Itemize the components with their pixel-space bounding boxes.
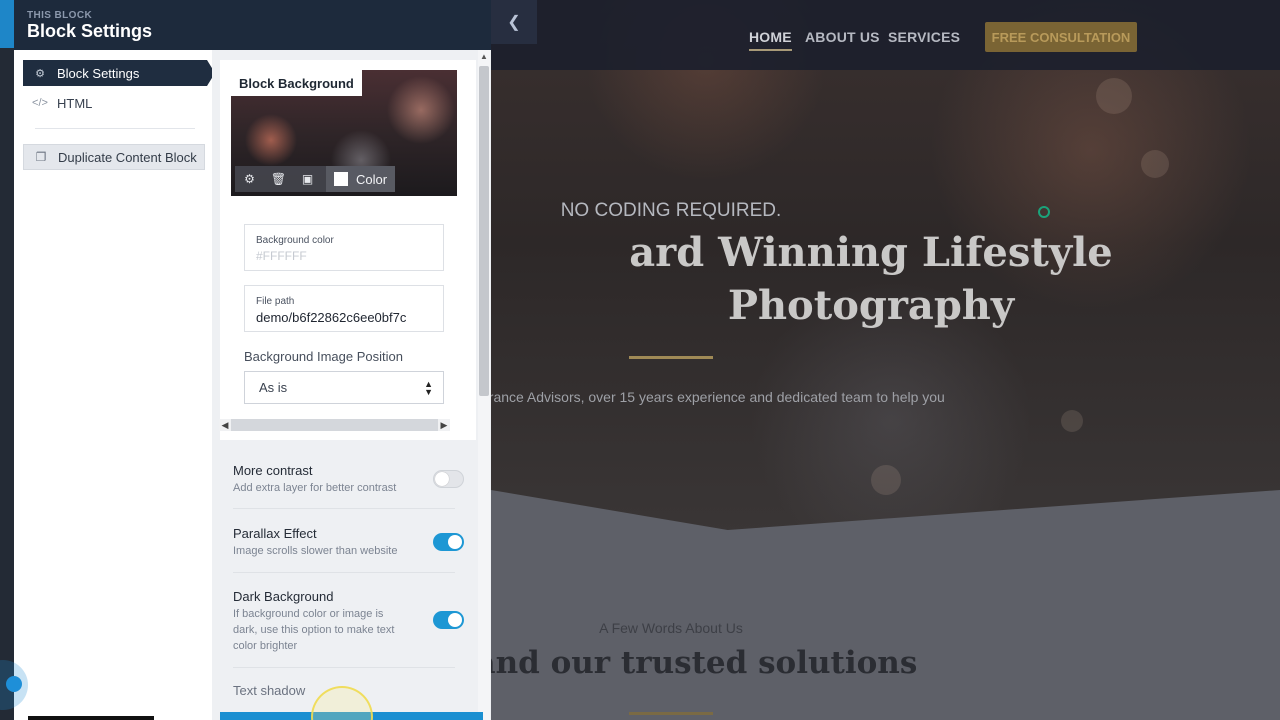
panel-eyebrow: THIS BLOCK	[27, 10, 93, 21]
hero-divider	[629, 356, 713, 359]
panel-header: THIS BLOCK Block Settings	[14, 0, 491, 50]
row-divider	[233, 572, 455, 573]
hero-title[interactable]: ard Winning Lifestyle Photography	[491, 226, 1280, 332]
sidenav-item-label: Block Settings	[57, 65, 140, 81]
edge-accent	[0, 0, 14, 48]
sidenav-item-block-settings[interactable]: ⚙ Block Settings	[23, 60, 215, 86]
free-consultation-button[interactable]: FREE CONSULTATION	[985, 22, 1137, 52]
row-divider	[233, 508, 455, 509]
scroll-right-icon[interactable]: ▶	[438, 419, 450, 431]
settings-sidenav: ⚙ Block Settings </> HTML ❐ Duplicate Co…	[14, 50, 215, 720]
settings-gear-icon[interactable]: ⚙	[235, 166, 264, 192]
file-path-input[interactable]: demo/b6f22862c6ee0bf7c	[256, 310, 442, 325]
image-toolbar: ⚙ 🗑 ▣ Color	[235, 166, 396, 192]
image-icon[interactable]: ▣	[293, 166, 322, 192]
loading-icon	[1038, 206, 1050, 218]
image-position-label: Background Image Position	[244, 349, 403, 364]
sidenav-item-html[interactable]: </> HTML	[23, 90, 209, 116]
settings-content: Block Background ⚙ 🗑 ▣ Color Background …	[212, 50, 491, 720]
chevron-left-icon: ❮	[507, 14, 521, 31]
color-swatch	[334, 172, 348, 186]
hero-section: NO CODING REQUIRED. ard Winning Lifestyl…	[491, 0, 1280, 540]
background-color-field[interactable]: Background color #FFFFFF	[244, 224, 444, 271]
about-kicker[interactable]: A Few Words About Us	[491, 620, 851, 636]
gear-icon: ⚙	[35, 67, 45, 80]
background-color-input[interactable]: #FFFFFF	[256, 249, 442, 263]
floating-action-button[interactable]	[6, 676, 22, 692]
site-preview: NO CODING REQUIRED. ard Winning Lifestyl…	[491, 0, 1280, 720]
block-settings-panel: THIS BLOCK Block Settings ⚙ Block Settin…	[14, 0, 491, 720]
duplicate-block-button[interactable]: ❐ Duplicate Content Block	[23, 144, 205, 170]
more-contrast-row: More contrast Add extra layer for better…	[233, 463, 464, 496]
color-button[interactable]: Color	[326, 166, 396, 192]
duplicate-label: Duplicate Content Block	[58, 149, 197, 165]
scroll-up-icon[interactable]: ▲	[478, 52, 490, 64]
bokeh-light	[1096, 78, 1132, 114]
image-position-select[interactable]: As is ▲ ▼	[244, 371, 444, 404]
bokeh-light	[871, 465, 901, 495]
scrollbar-thumb[interactable]	[479, 66, 489, 396]
about-title[interactable]: us and our trusted solutions	[491, 645, 991, 681]
trash-icon[interactable]: 🗑	[264, 166, 293, 192]
collapse-panel-button[interactable]: ❮	[491, 0, 537, 44]
site-navbar: ❮ HOME ABOUT US SERVICES FREE CONSULTATI…	[491, 0, 1280, 70]
hero-kicker: NO CODING REQUIRED.	[560, 200, 782, 221]
dark-background-toggle[interactable]	[433, 611, 464, 629]
block-background-label: Block Background	[231, 70, 362, 96]
copy-icon: ❐	[35, 150, 47, 164]
nav-home-link[interactable]: HOME	[749, 29, 792, 51]
taskbar-strip	[28, 716, 154, 720]
code-icon: </>	[32, 97, 48, 109]
more-contrast-toggle[interactable]	[433, 470, 464, 488]
horizontal-scrollbar[interactable]: ◀ ▶	[219, 419, 450, 431]
panel-title: Block Settings	[27, 21, 153, 41]
nav-about-link[interactable]: ABOUT US	[805, 29, 880, 45]
sidenav-item-label: HTML	[57, 95, 93, 111]
about-section	[491, 490, 1280, 720]
file-path-field[interactable]: File path demo/b6f22862c6ee0bf7c	[244, 285, 444, 332]
bokeh-light	[1061, 410, 1083, 432]
nav-services-link[interactable]: SERVICES	[888, 29, 960, 45]
row-divider	[233, 667, 455, 668]
background-card: Block Background ⚙ 🗑 ▣ Color Background …	[219, 60, 476, 440]
sidenav-divider	[35, 128, 195, 129]
parallax-toggle[interactable]	[433, 533, 464, 551]
select-arrows-icon: ▲ ▼	[424, 379, 433, 397]
about-divider	[629, 712, 713, 715]
parallax-row: Parallax Effect Image scrolls slower tha…	[233, 526, 464, 559]
bokeh-light	[1141, 150, 1169, 178]
dark-background-row: Dark Background If background color or i…	[233, 589, 464, 654]
hero-subtitle[interactable]: urance Advisors, over 15 years experienc…	[491, 389, 945, 405]
app-edge-bar	[0, 0, 14, 720]
scroll-left-icon[interactable]: ◀	[219, 419, 231, 431]
background-image-preview[interactable]: Block Background ⚙ 🗑 ▣ Color	[231, 70, 457, 196]
